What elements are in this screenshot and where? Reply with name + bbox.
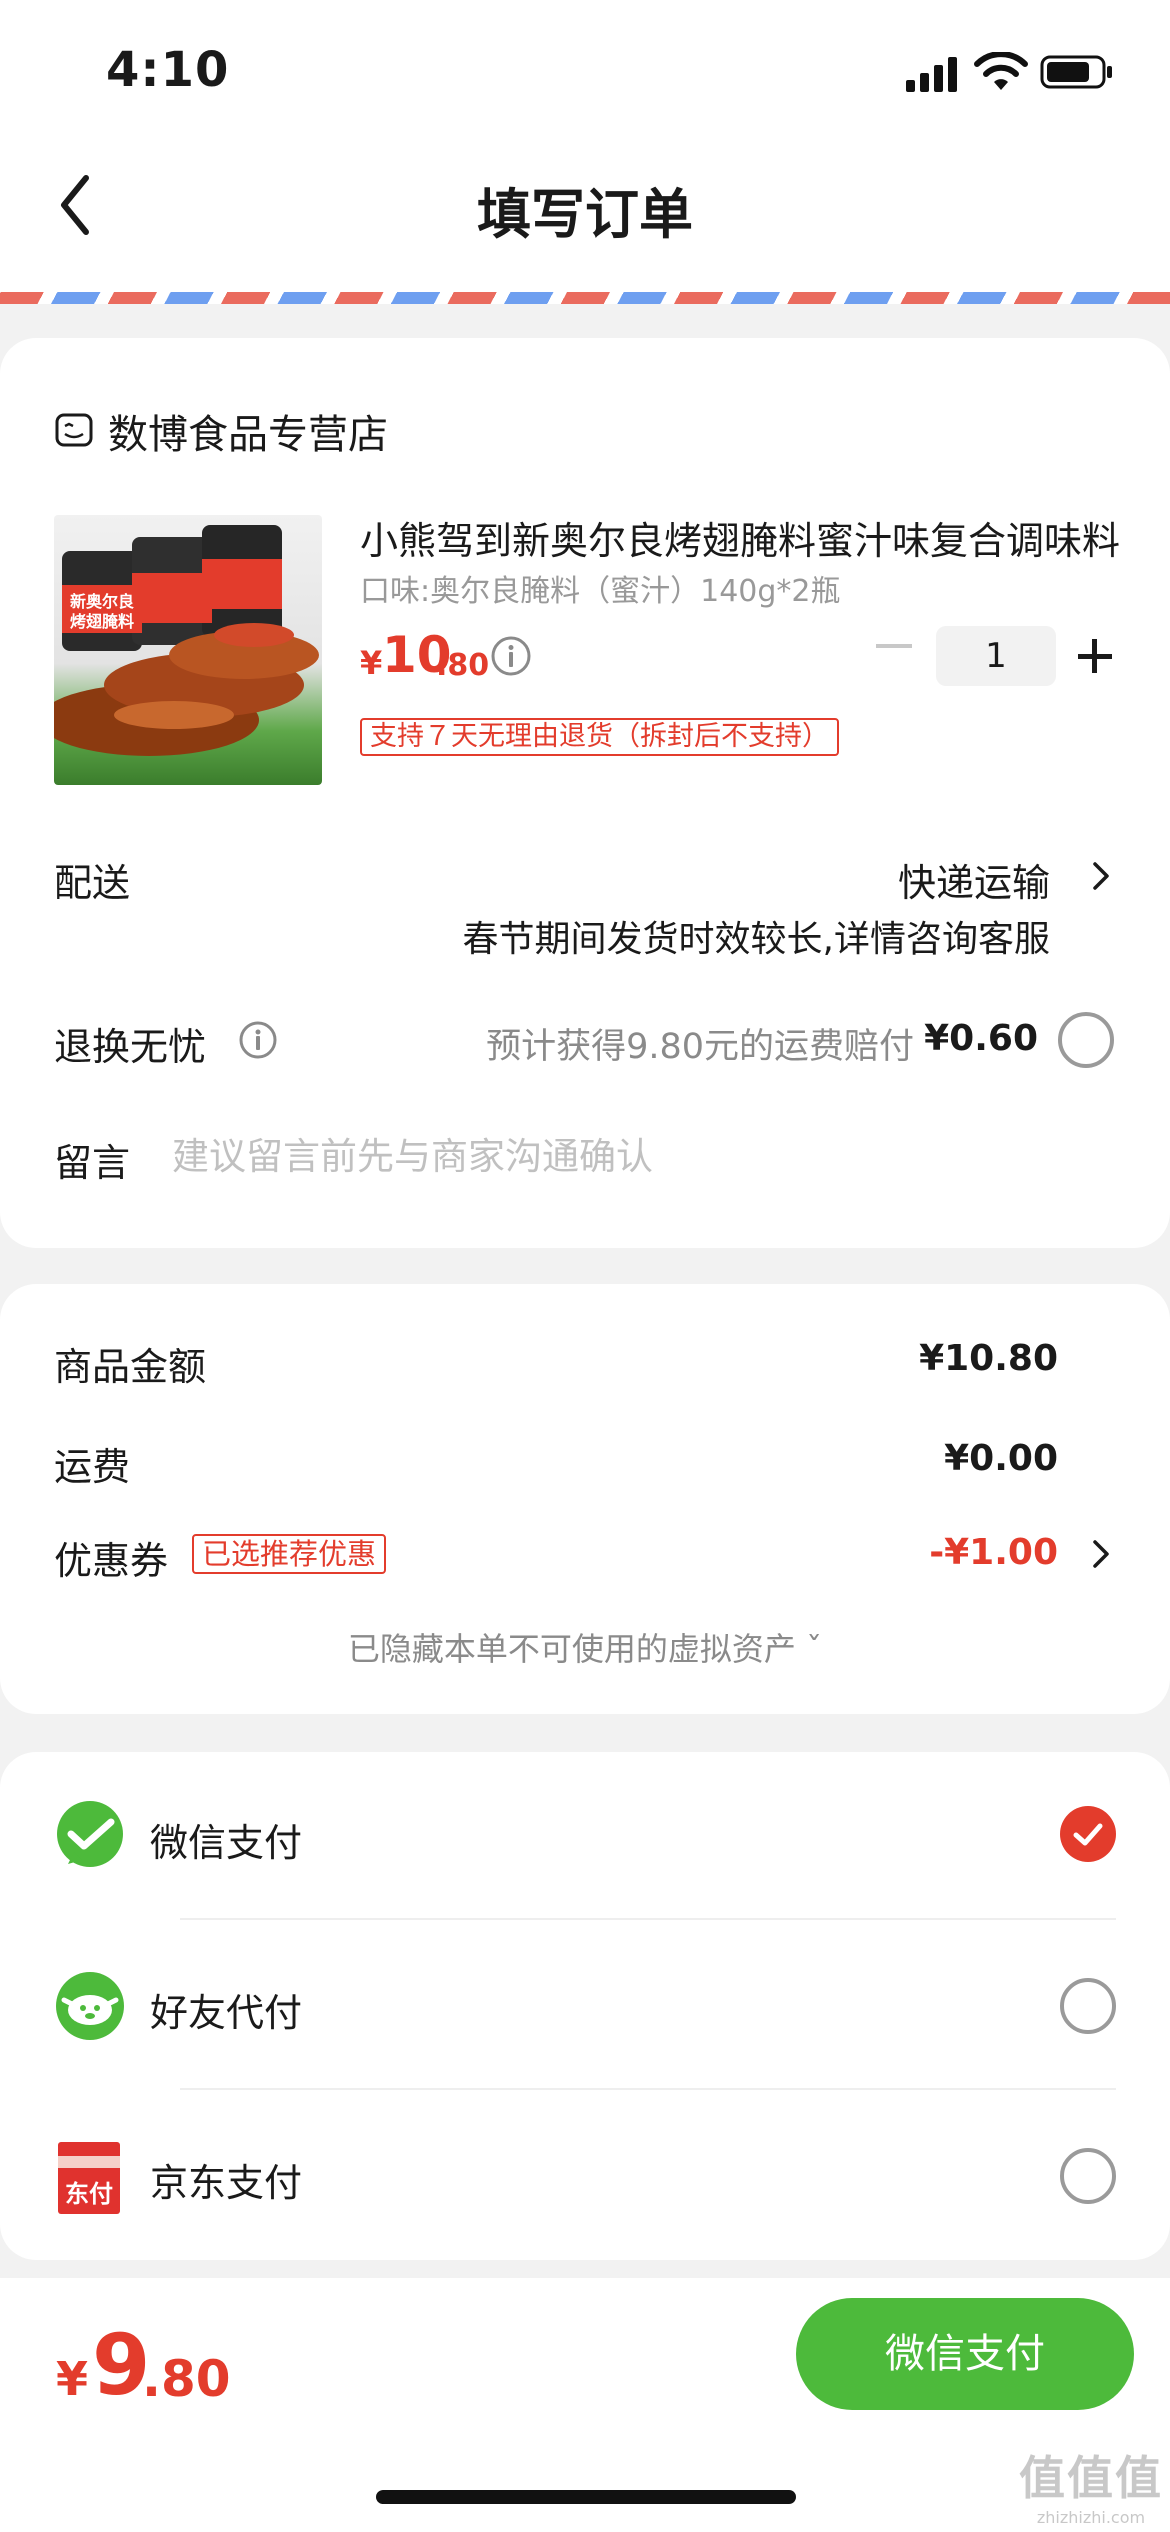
total-symbol: ¥ [56, 2352, 89, 2406]
divider [180, 1918, 1116, 1920]
worry-free-label: 退换无忧 [54, 1025, 207, 1069]
jar-label-line1: 新奥尔良 [70, 592, 134, 611]
total-decimal: .80 [142, 2350, 231, 2408]
price-info-icon[interactable] [490, 635, 532, 677]
quantity-value[interactable]: 1 [936, 626, 1056, 686]
coupon-recommended-tag: 已选推荐优惠 [192, 1534, 387, 1574]
watermark-logo: 值值值 [1019, 2451, 1163, 2505]
price-decimal: .80 [436, 648, 490, 683]
message-label: 留言 [54, 1141, 131, 1185]
store-name[interactable]: 数博食品专营店 [108, 402, 388, 460]
chevron-right-icon[interactable] [1090, 858, 1112, 894]
goods-amount-label: 商品金额 [54, 1345, 207, 1389]
submit-pay-button[interactable]: 微信支付 [796, 2298, 1134, 2410]
plus-icon[interactable] [1092, 639, 1097, 673]
cellular-signal-icon [906, 57, 957, 92]
back-arrow-icon[interactable] [50, 170, 106, 240]
friend-pay-label[interactable]: 好友代付 [150, 1982, 302, 2037]
jd-pay-radio[interactable] [1060, 2148, 1116, 2204]
checkmark-icon [1073, 1823, 1103, 1846]
wechat-pay-radio-selected[interactable] [1060, 1806, 1116, 1862]
coupon-value[interactable]: -¥1.00 [929, 1532, 1058, 1573]
watermark: 值值值 zhizhizhi.com [1018, 2442, 1164, 2527]
worry-free-price: ¥0.60 [924, 1018, 1038, 1059]
page-title: 填写订单 [477, 183, 693, 246]
product-illustration: 新奥尔良 烤翅腌料 [54, 525, 319, 756]
delivery-method[interactable]: 快递运输 [898, 852, 1050, 907]
coupon-label: 优惠券 [54, 1539, 169, 1583]
hidden-assets-toggle[interactable]: 已隐藏本单不可使用的虚拟资产 ˇ [0, 1624, 1170, 1670]
divider [180, 2088, 1116, 2090]
order-card [0, 338, 1170, 1248]
worry-free-description: 预计获得9.80元的运费赔付 [486, 1027, 914, 1067]
jd-pay-icon: 东付 [58, 2142, 120, 2214]
message-input[interactable] [172, 1128, 1072, 1184]
product-title[interactable]: 小熊驾到新奥尔良烤翅腌料蜜汁味复合调味料 [360, 510, 1120, 565]
airmail-border [0, 292, 1170, 304]
friend-pay-radio[interactable] [1060, 1978, 1116, 2034]
quantity-decrease-button[interactable] [876, 644, 912, 648]
battery-icon [1040, 55, 1112, 89]
friend-pay-icon [56, 1972, 124, 2040]
wechat-pay-icon [57, 1801, 123, 1867]
watermark-url: zhizhizhi.com [1036, 2508, 1146, 2527]
status-time: 4:10 [106, 42, 230, 98]
return-policy-tag: 支持７天无理由退货（拆封后不支持） [360, 718, 839, 756]
jar-label-line2: 烤翅腌料 [70, 612, 134, 631]
delivery-label: 配送 [54, 861, 131, 905]
chevron-right-icon[interactable] [1090, 1536, 1112, 1572]
goods-amount-value: ¥10.80 [919, 1338, 1058, 1379]
product-spec: 口味:奥尔良腌料（蜜汁）140g*2瓶 [360, 574, 841, 609]
jd-pay-icon-text: 东付 [65, 2180, 113, 2208]
jd-pay-label[interactable]: 京东支付 [150, 2152, 302, 2207]
shipping-fee-label: 运费 [54, 1445, 131, 1489]
wifi-icon [974, 52, 1028, 90]
home-indicator[interactable] [376, 2490, 796, 2504]
shipping-fee-value: ¥0.00 [944, 1438, 1058, 1479]
price-symbol: ¥ [360, 644, 383, 682]
wechat-pay-label[interactable]: 微信支付 [150, 1812, 302, 1867]
delivery-note: 春节期间发货时效较长,详情咨询客服 [462, 919, 1050, 960]
product-image[interactable]: 新奥尔良 烤翅腌料 [54, 515, 322, 785]
worry-free-radio[interactable] [1058, 1012, 1114, 1068]
worry-free-info-icon[interactable] [238, 1020, 278, 1060]
store-icon [55, 413, 93, 447]
